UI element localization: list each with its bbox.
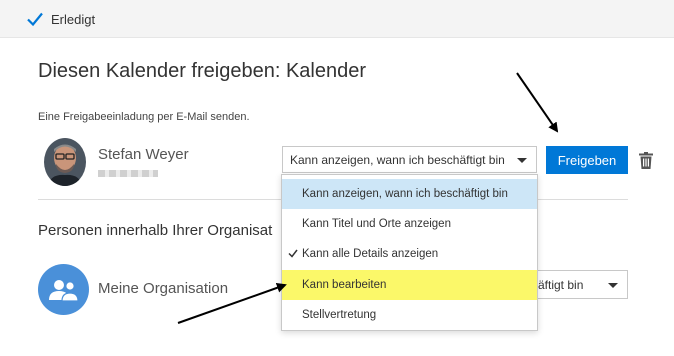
person-email-blurred: [98, 170, 158, 177]
dropdown-option-label: Kann bearbeiten: [302, 279, 387, 291]
people-icon: [38, 264, 89, 315]
dropdown-option[interactable]: Kann anzeigen, wann ich beschäftigt bin: [282, 179, 537, 209]
checkmark-icon: [288, 249, 298, 258]
dialog-subtitle: Eine Freigabeeinladung per E-Mail senden…: [38, 111, 250, 123]
organization-permission-select[interactable]: äftigt bin: [530, 270, 628, 299]
organization-name: Meine Organisation: [98, 280, 229, 297]
organization-permission-value: äftigt bin: [538, 277, 584, 292]
person-name: Stefan Weyer: [98, 146, 189, 163]
dropdown-option[interactable]: Stellvertretung: [282, 300, 537, 330]
command-bar: Erledigt: [0, 0, 674, 38]
dropdown-option-label: Kann alle Details anzeigen: [302, 248, 439, 260]
dropdown-option[interactable]: Kann alle Details anzeigen: [282, 239, 537, 269]
done-button[interactable]: Erledigt: [26, 10, 95, 28]
permission-select[interactable]: Kann anzeigen, wann ich beschäftigt bin: [282, 146, 537, 173]
dropdown-option[interactable]: Kann bearbeiten: [282, 270, 537, 300]
dropdown-option-label: Stellvertretung: [302, 309, 377, 321]
checkmark-icon: [27, 12, 43, 27]
avatar: [44, 138, 86, 186]
chevron-down-icon: [517, 157, 527, 163]
dropdown-option-label: Kann anzeigen, wann ich beschäftigt bin: [302, 188, 508, 200]
dropdown-option[interactable]: Kann Titel und Orte anzeigen: [282, 209, 537, 239]
section-title: Personen innerhalb Ihrer Organisat: [38, 222, 273, 239]
permission-select-value: Kann anzeigen, wann ich beschäftigt bin: [290, 152, 505, 167]
annotation-arrow: [516, 72, 559, 133]
share-button[interactable]: Freigeben: [546, 146, 628, 174]
dropdown-option-label: Kann Titel und Orte anzeigen: [302, 218, 451, 230]
trash-icon[interactable]: [639, 152, 653, 169]
chevron-down-icon: [608, 282, 618, 288]
dialog-title: Diesen Kalender freigeben: Kalender: [38, 60, 366, 82]
permission-dropdown-menu: Kann anzeigen, wann ich beschäftigt bin …: [281, 174, 538, 331]
done-label: Erledigt: [51, 11, 96, 27]
